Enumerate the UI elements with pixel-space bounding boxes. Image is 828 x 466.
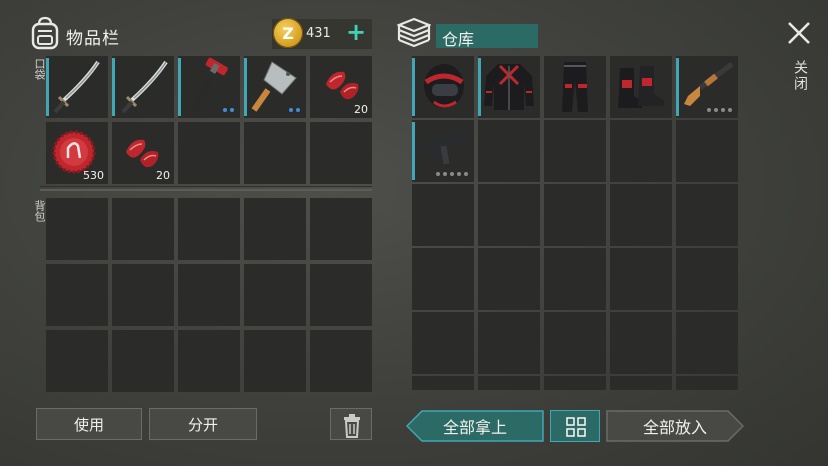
backpack-slot[interactable] (112, 198, 174, 260)
storage-slot-empty[interactable] (676, 184, 738, 246)
grid-icon (566, 417, 586, 437)
storage-slot-empty[interactable] (478, 376, 540, 390)
storage-slot-empty[interactable] (610, 184, 672, 246)
split-button[interactable]: 分开 (149, 408, 257, 440)
durability-dots (707, 108, 732, 112)
storage-slot[interactable] (610, 56, 672, 118)
storage-slot-empty[interactable] (478, 184, 540, 246)
backpack-slot[interactable] (244, 330, 306, 392)
storage-boxes-icon (396, 17, 432, 49)
add-coins-button[interactable]: + (346, 20, 366, 44)
storage-slot[interactable] (478, 56, 540, 118)
section-divider (40, 189, 372, 191)
backpack-slot[interactable] (46, 264, 108, 326)
coin-icon: Z (273, 18, 303, 48)
sword-icon (53, 60, 100, 114)
pocket-slot[interactable]: 530 (46, 122, 108, 184)
storage-slot-empty[interactable] (610, 120, 672, 182)
pocket-slot[interactable] (46, 56, 108, 118)
storage-slot-empty[interactable] (676, 120, 738, 182)
storage-slot-empty[interactable] (676, 376, 738, 390)
storage-slot-empty[interactable] (412, 248, 474, 310)
backpack-slot[interactable] (244, 198, 306, 260)
biker-jacket-icon (484, 64, 534, 110)
pocket-slot[interactable]: 20 (310, 56, 372, 118)
storage-slot-empty[interactable] (610, 248, 672, 310)
trash-button[interactable] (330, 408, 372, 440)
storage-slot-empty[interactable] (412, 184, 474, 246)
put-all-label: 全部放入 (642, 418, 707, 437)
section-divider-shadow (40, 186, 372, 187)
close-icon[interactable] (786, 20, 812, 46)
backpack-slot[interactable] (310, 330, 372, 392)
item-count: 20 (354, 103, 368, 116)
backpack-slot[interactable] (46, 198, 108, 260)
pocket-slot[interactable] (244, 56, 306, 118)
storage-slot-empty[interactable] (544, 120, 606, 182)
storage-slot-empty[interactable] (544, 376, 606, 390)
durability-dots (223, 108, 234, 112)
storage-slot-empty[interactable] (544, 184, 606, 246)
coin-count: 431 (306, 26, 331, 41)
storage-slot[interactable] (412, 56, 474, 118)
backpack-label: 背包 (33, 200, 46, 222)
backpack-slot[interactable] (178, 264, 240, 326)
put-all-button[interactable]: 全部放入 (606, 410, 745, 442)
pocket-slot[interactable] (178, 56, 240, 118)
sword-icon (121, 60, 168, 114)
biker-pants-icon (562, 62, 588, 112)
pocket-slot-empty[interactable] (310, 122, 372, 184)
pocket-slot-empty[interactable] (178, 122, 240, 184)
storage-slot[interactable] (412, 120, 474, 182)
backpack-slot[interactable] (46, 330, 108, 392)
sort-grid-button[interactable] (550, 410, 600, 442)
item-count: 530 (83, 169, 104, 182)
motorcycle-helmet-icon (424, 64, 464, 108)
durability-dots (436, 172, 468, 176)
pocket-slot-empty[interactable] (244, 122, 306, 184)
backpack-slot[interactable] (178, 198, 240, 260)
storage-slot-empty[interactable] (610, 376, 672, 390)
backpack-slot[interactable] (310, 198, 372, 260)
storage-slot-empty[interactable] (676, 312, 738, 374)
inventory-title: 物品栏 (66, 29, 120, 49)
storage-slot[interactable] (544, 56, 606, 118)
storage-slot-empty[interactable] (544, 312, 606, 374)
pocket-slot[interactable] (112, 56, 174, 118)
backpack-slot[interactable] (112, 330, 174, 392)
take-all-button[interactable]: 全部拿上 (405, 410, 544, 442)
storage-slot-empty[interactable] (544, 248, 606, 310)
durability-dots (289, 108, 300, 112)
item-count: 20 (156, 169, 170, 182)
use-button[interactable]: 使用 (36, 408, 142, 440)
storage-title: 仓库 (442, 30, 475, 49)
storage-slot-empty[interactable] (676, 248, 738, 310)
storage-slot[interactable] (676, 56, 738, 118)
storage-slot-empty[interactable] (478, 312, 540, 374)
backpack-slot[interactable] (310, 264, 372, 326)
storage-slot-empty[interactable] (478, 248, 540, 310)
pocket-slot[interactable]: 20 (112, 122, 174, 184)
backpack-icon (30, 16, 60, 50)
take-all-label: 全部拿上 (442, 418, 507, 437)
storage-slot-empty[interactable] (412, 376, 474, 390)
storage-slot-empty[interactable] (478, 120, 540, 182)
pocket-label: 口袋 (33, 58, 46, 80)
close-label[interactable]: 关闭 (790, 60, 810, 92)
backpack-slot[interactable] (178, 330, 240, 392)
backpack-slot[interactable] (244, 264, 306, 326)
biker-boots-icon (618, 66, 664, 108)
trash-icon (344, 414, 360, 438)
backpack-slot[interactable] (112, 264, 174, 326)
storage-slot-empty[interactable] (610, 312, 672, 374)
storage-slot-empty[interactable] (412, 312, 474, 374)
